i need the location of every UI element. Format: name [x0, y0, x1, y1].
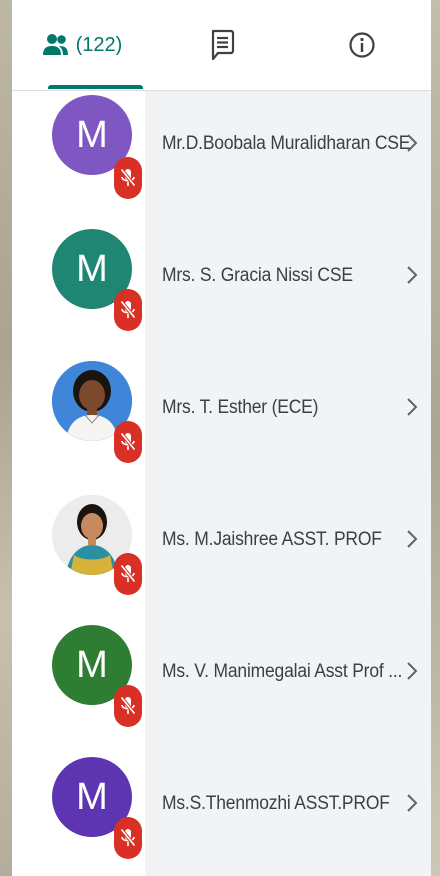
chevron-right-icon — [405, 395, 419, 419]
participant-name: Mrs. T. Esther (ECE) — [162, 396, 319, 418]
participant-row[interactable]: M Ms.S.Thenmozhi ASST.PROF — [12, 751, 431, 876]
background-right-edge — [431, 0, 440, 876]
chevron-right-icon — [405, 263, 419, 287]
participant-row[interactable]: M Ms. V. Manimegalai Asst Prof ... — [12, 619, 431, 751]
mic-off-icon — [114, 421, 142, 463]
tab-chat[interactable] — [152, 0, 292, 90]
participant-row[interactable]: Mrs. T. Esther (ECE) — [12, 355, 431, 487]
chevron-right-icon — [405, 659, 419, 683]
participant-name: Ms.S.Thenmozhi ASST.PROF — [162, 792, 390, 814]
background-left-edge — [0, 0, 12, 876]
participant-name: Ms. M.Jaishree ASST. PROF — [162, 528, 382, 550]
tab-info[interactable] — [292, 0, 431, 90]
avatar-initial: M — [76, 644, 108, 686]
avatar-initial: M — [76, 114, 108, 156]
chevron-right-icon — [405, 791, 419, 815]
active-tab-indicator — [48, 85, 143, 89]
participants-panel: (122) M Mr.D.Boobala Muralidharan CSE M … — [12, 0, 431, 876]
tab-people[interactable]: (122) — [12, 0, 152, 90]
avatar-initial: M — [76, 248, 108, 290]
participant-row[interactable]: Ms. M.Jaishree ASST. PROF — [12, 487, 431, 619]
participant-name: Ms. V. Manimegalai Asst Prof ... — [162, 660, 403, 682]
participant-name: Mr.D.Boobala Muralidharan CSE — [162, 132, 411, 154]
mic-off-icon — [114, 553, 142, 595]
chevron-right-icon — [405, 131, 419, 155]
avatar-initial: M — [76, 776, 108, 818]
chevron-right-icon — [405, 527, 419, 551]
people-icon — [42, 33, 72, 57]
participant-name: Mrs. S. Gracia Nissi CSE — [162, 264, 353, 286]
mic-off-icon — [114, 817, 142, 859]
panel-tab-bar: (122) — [12, 0, 431, 91]
mic-off-icon — [114, 685, 142, 727]
participant-count: (122) — [75, 33, 123, 56]
mic-off-icon — [114, 289, 142, 331]
chat-icon — [209, 29, 235, 61]
info-icon — [348, 31, 376, 59]
participant-row[interactable]: M Mrs. S. Gracia Nissi CSE — [12, 223, 431, 355]
participant-row[interactable]: M Mr.D.Boobala Muralidharan CSE — [12, 91, 431, 223]
mic-off-icon — [114, 157, 142, 199]
participant-list: M Mr.D.Boobala Muralidharan CSE M Mrs. S… — [12, 91, 431, 876]
